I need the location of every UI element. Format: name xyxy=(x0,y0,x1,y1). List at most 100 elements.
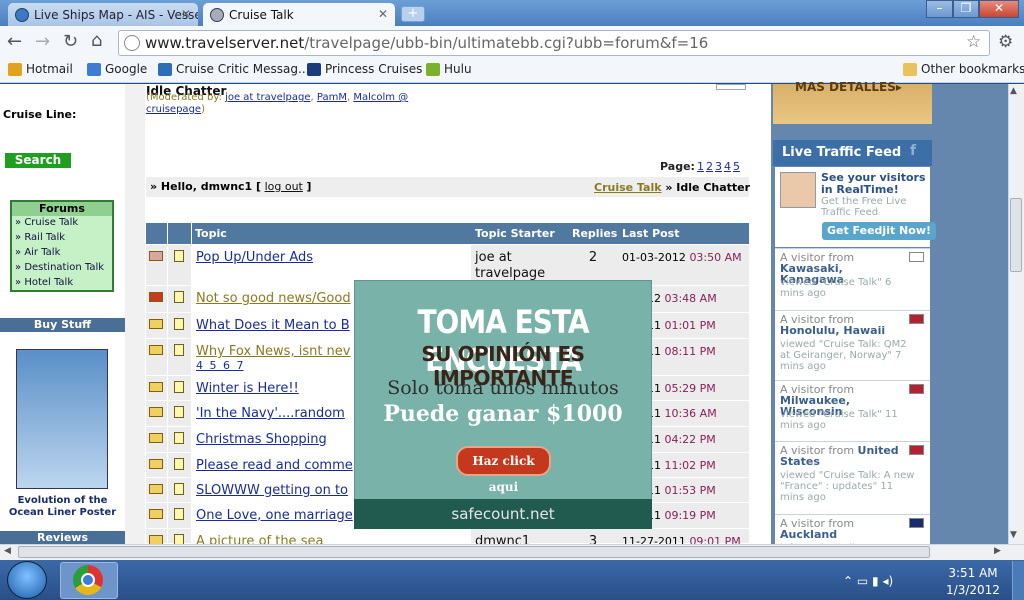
close-tab-icon[interactable]: ✕ xyxy=(378,7,388,21)
reviews-heading: Reviews xyxy=(0,531,125,545)
forward-icon[interactable]: → xyxy=(35,32,50,52)
right-margin xyxy=(932,84,1008,544)
popup-click-button[interactable]: Haz click aqui xyxy=(456,446,551,494)
reload-icon[interactable]: ↻ xyxy=(63,32,78,52)
topic-link[interactable]: Not so good news/Good xyxy=(196,291,351,306)
scroll-right-icon[interactable]: ▶ xyxy=(994,546,1001,556)
bookmark-star-icon[interactable]: ☆ xyxy=(966,32,981,52)
breadcrumb-link[interactable]: Cruise Talk xyxy=(594,181,662,194)
page-link[interactable]: 5 xyxy=(733,160,740,173)
topic-link[interactable]: What Does it Mean to B xyxy=(196,318,350,333)
wrench-icon[interactable]: ⚙ xyxy=(998,32,1013,52)
topic-link[interactable]: Please read and comme xyxy=(196,458,353,473)
bookmark-hulu[interactable]: Hulu xyxy=(426,62,472,76)
last-post: 01-03-2012 03:50 AM xyxy=(622,251,742,264)
topic-link[interactable]: SLOWWW getting on to xyxy=(196,483,348,498)
tab-cruise-talk[interactable]: Cruise Talk ✕ xyxy=(203,3,395,26)
topic-link[interactable]: Why Fox News, isnt nev xyxy=(196,344,351,359)
doc-column xyxy=(168,245,191,543)
facebook-icon[interactable]: f xyxy=(910,143,916,159)
back-icon[interactable]: ← xyxy=(7,32,22,52)
topic-link[interactable]: Winter is Here!! xyxy=(196,381,299,396)
moderator-link[interactable]: joe at travelpage xyxy=(225,92,310,103)
clock[interactable]: 3:51 AM 1/3/2012 xyxy=(938,565,1008,599)
moderator-link[interactable]: PamM xyxy=(317,92,347,103)
topic-pages[interactable]: 4 5 6 7 xyxy=(196,359,243,372)
page-link[interactable]: 1 xyxy=(697,160,704,173)
topic-link[interactable]: One Love, one marriage xyxy=(196,508,353,523)
other-bookmarks[interactable]: Other bookmarks xyxy=(903,62,1024,76)
document-icon xyxy=(174,406,184,418)
moderated-suffix: ) xyxy=(201,104,205,115)
page-link[interactable]: 4 xyxy=(724,160,731,173)
forum-label: Destination Talk xyxy=(24,262,105,273)
folder-icon xyxy=(149,251,163,261)
hulu-icon xyxy=(426,62,440,76)
page-link[interactable]: 3 xyxy=(715,160,722,173)
col-starter[interactable]: Topic Starter xyxy=(471,223,555,244)
forum-link-air-talk[interactable]: » Air Talk xyxy=(15,247,60,258)
poster-caption[interactable]: Evolution of the Ocean Liner Poster xyxy=(2,495,123,519)
left-gutter xyxy=(125,84,145,544)
scroll-down-icon[interactable]: ▼ xyxy=(1010,530,1017,540)
horizontal-scroll-thumb[interactable] xyxy=(18,546,930,558)
bookmark-label: Princess Cruises xyxy=(325,62,423,76)
tab-live-ships-map[interactable]: Live Ships Map - AIS - Vesse ✕ xyxy=(8,3,198,26)
forum-link-destination-talk[interactable]: » Destination Talk xyxy=(15,262,104,273)
start-button[interactable] xyxy=(7,561,47,599)
page-link[interactable]: 2 xyxy=(706,160,713,173)
scroll-left-icon[interactable]: ◀ xyxy=(4,546,11,556)
topic-link[interactable]: Christmas Shopping xyxy=(196,432,327,447)
system-tray[interactable]: ⌃ ▭ ▮ ◂) xyxy=(843,574,893,588)
bullet: » xyxy=(15,217,22,228)
bookmark-cruise-critic[interactable]: Cruise Critic Messag... xyxy=(158,62,309,76)
clock-date: 1/3/2012 xyxy=(946,583,1000,597)
address-bar[interactable]: www.travelserver.net/travelpage/ubb-bin/… xyxy=(118,30,990,56)
google-icon xyxy=(87,62,101,76)
topic-link[interactable]: Pop Up/Under Ads xyxy=(196,250,313,265)
col-replies[interactable]: Replies xyxy=(568,223,617,244)
scroll-up-icon[interactable]: ▲ xyxy=(1010,86,1017,96)
vertical-scrollbar[interactable] xyxy=(1008,84,1024,544)
show-desktop-button[interactable] xyxy=(1012,561,1024,600)
logout-link[interactable]: log out xyxy=(265,180,303,193)
popup-site[interactable]: safecount.net xyxy=(354,505,652,523)
last-post-date: 01-03-2012 xyxy=(622,251,686,264)
document-icon xyxy=(174,458,184,470)
last-post-time: 01:01 PM xyxy=(664,319,716,332)
folder-icon xyxy=(149,382,163,392)
forum-link-hotel-talk[interactable]: » Hotel Talk xyxy=(15,277,73,288)
ocean-liner-poster-image[interactable] xyxy=(16,349,108,489)
folder-icon xyxy=(149,433,163,443)
col-last-post[interactable]: Last Post xyxy=(618,223,680,244)
chrome-icon-center xyxy=(81,573,95,587)
search-button[interactable]: Search xyxy=(5,153,71,168)
forum-label: Hotel Talk xyxy=(24,277,74,288)
close-tab-icon[interactable]: ✕ xyxy=(181,7,191,21)
forum-link-rail-talk[interactable]: » Rail Talk xyxy=(15,232,65,243)
folder-icon xyxy=(149,509,163,519)
topic-starter: joe at travelpage xyxy=(475,250,546,281)
ad-banner-text[interactable]: MAS DETALLES▸ xyxy=(795,80,902,94)
cruise-critic-icon xyxy=(158,62,172,76)
vertical-scroll-thumb[interactable] xyxy=(1010,198,1022,272)
last-post-time: 08:11 PM xyxy=(664,345,716,358)
bookmark-hotmail[interactable]: Hotmail xyxy=(8,62,73,76)
princess-icon xyxy=(307,62,321,76)
col-topic[interactable]: Topic xyxy=(191,223,227,244)
visitor-location: A visitor from United States xyxy=(780,445,906,467)
hotmail-icon xyxy=(8,62,22,76)
mini-button[interactable] xyxy=(716,84,746,90)
minimize-button[interactable]: – xyxy=(926,0,953,18)
bookmark-princess-cruises[interactable]: Princess Cruises xyxy=(307,62,422,76)
home-icon[interactable]: ⌂ xyxy=(91,31,102,51)
breadcrumb: Cruise Talk » Idle Chatter xyxy=(594,181,750,194)
close-window-button[interactable]: ✕ xyxy=(979,0,1019,18)
topic-link[interactable]: 'In the Navy'....random xyxy=(196,406,345,421)
bookmark-google[interactable]: Google xyxy=(87,62,147,76)
new-tab-button[interactable]: + xyxy=(401,6,425,22)
get-feedjit-button[interactable]: Get Feedjit Now! xyxy=(822,222,936,240)
forum-link-cruise-talk[interactable]: » Cruise Talk xyxy=(15,217,78,228)
reply-count: 2 xyxy=(588,250,598,265)
maximize-button[interactable]: ❐ xyxy=(953,0,979,18)
